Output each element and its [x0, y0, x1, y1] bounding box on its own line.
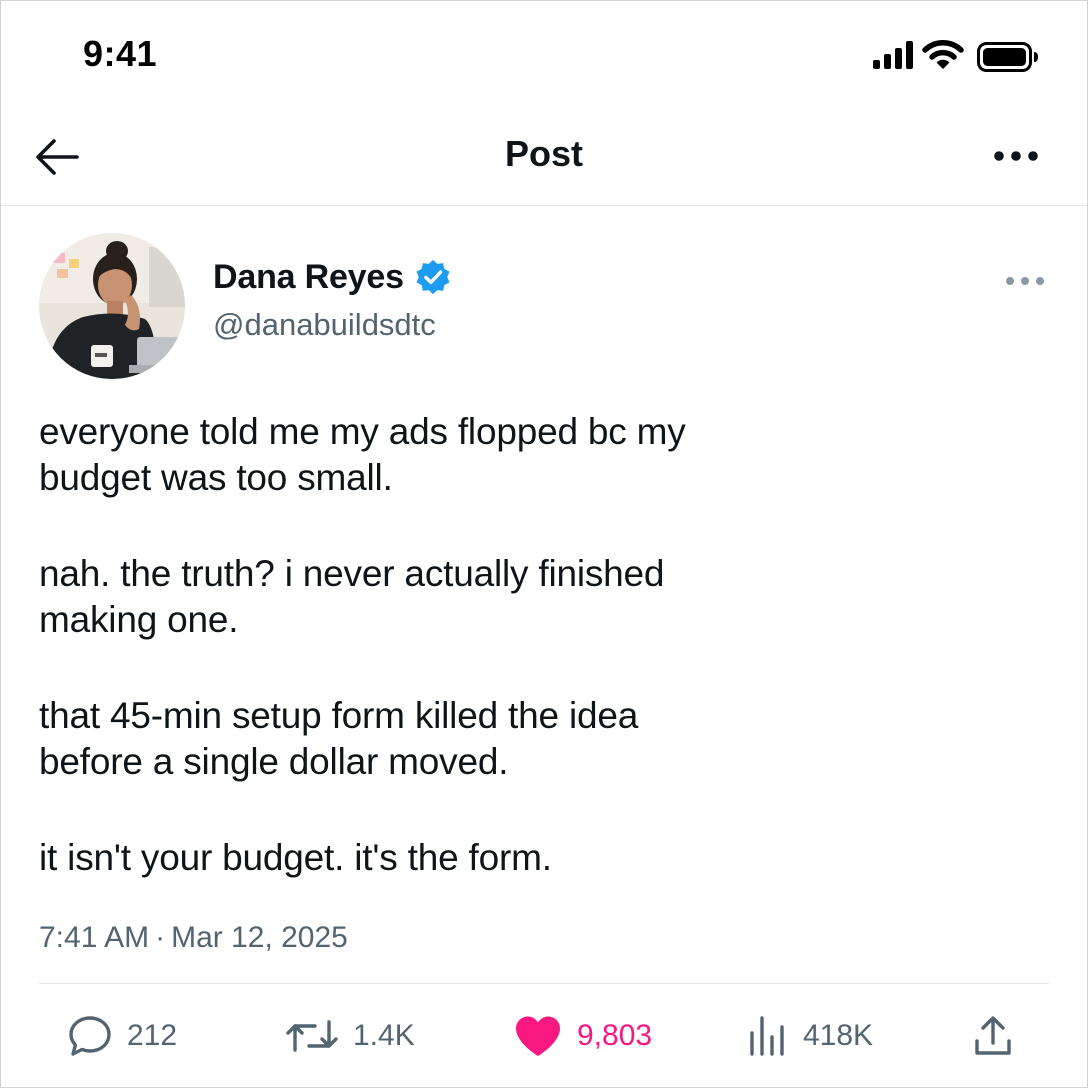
share-button[interactable] — [971, 1011, 1015, 1061]
author-name-row: Dana Reyes — [213, 255, 452, 299]
repost-count: 1.4K — [353, 1019, 415, 1052]
author-name[interactable]: Dana Reyes — [213, 258, 404, 297]
post-date: Mar 12, 2025 — [171, 921, 348, 954]
post-paragraph: it isn't your budget. it's the form. — [39, 837, 552, 878]
heart-filled-icon — [516, 1016, 560, 1056]
reply-count: 212 — [127, 1019, 178, 1052]
status-time: 9:41 — [83, 33, 158, 74]
avatar[interactable] — [39, 233, 185, 379]
reply-button[interactable]: 212 — [67, 1011, 177, 1061]
like-button[interactable]: 9,803 — [513, 1011, 652, 1061]
repost-icon — [286, 1020, 338, 1052]
author-handle[interactable]: @danabuildsdtc — [213, 307, 436, 343]
views-count: 418K — [803, 1019, 874, 1052]
status-icons — [863, 39, 1043, 73]
nav-header: Post — [1, 105, 1087, 206]
status-bar: 9:41 — [1, 1, 1087, 101]
views-button[interactable]: 418K — [747, 1011, 873, 1061]
repost-button[interactable]: 1.4K — [285, 1011, 415, 1061]
verified-badge-icon — [416, 259, 450, 295]
reply-icon — [69, 1016, 111, 1056]
avatar-image — [39, 233, 185, 379]
views-chart-icon — [750, 1016, 784, 1056]
share-icon — [975, 1016, 1011, 1055]
post-paragraph: everyone told me my ads flopped bc my bu… — [39, 411, 686, 498]
divider — [39, 983, 1049, 984]
more-horizontal-icon — [994, 151, 1038, 161]
post-paragraph: nah. the truth? i never actually finishe… — [39, 553, 665, 640]
wifi-icon — [922, 40, 964, 69]
post-timestamp[interactable]: 7:41 AM · Mar 12, 2025 — [39, 921, 348, 955]
meta-separator: · — [155, 921, 166, 954]
post-more-button[interactable] — [1003, 269, 1047, 293]
post-text: everyone told me my ads flopped bc my bu… — [39, 409, 1039, 881]
more-horizontal-icon — [1006, 277, 1044, 285]
battery-icon — [977, 42, 1038, 72]
app-frame: 9:41 Post Dana Reyes @danabuildsdtc ever… — [0, 0, 1088, 1088]
signal-icon — [873, 41, 913, 69]
page-title: Post — [504, 133, 583, 174]
header-more-button[interactable] — [991, 141, 1041, 171]
like-count: 9,803 — [577, 1019, 653, 1052]
post-paragraph: that 45-min setup form killed the idea b… — [39, 695, 639, 782]
post-time: 7:41 AM — [39, 921, 150, 954]
